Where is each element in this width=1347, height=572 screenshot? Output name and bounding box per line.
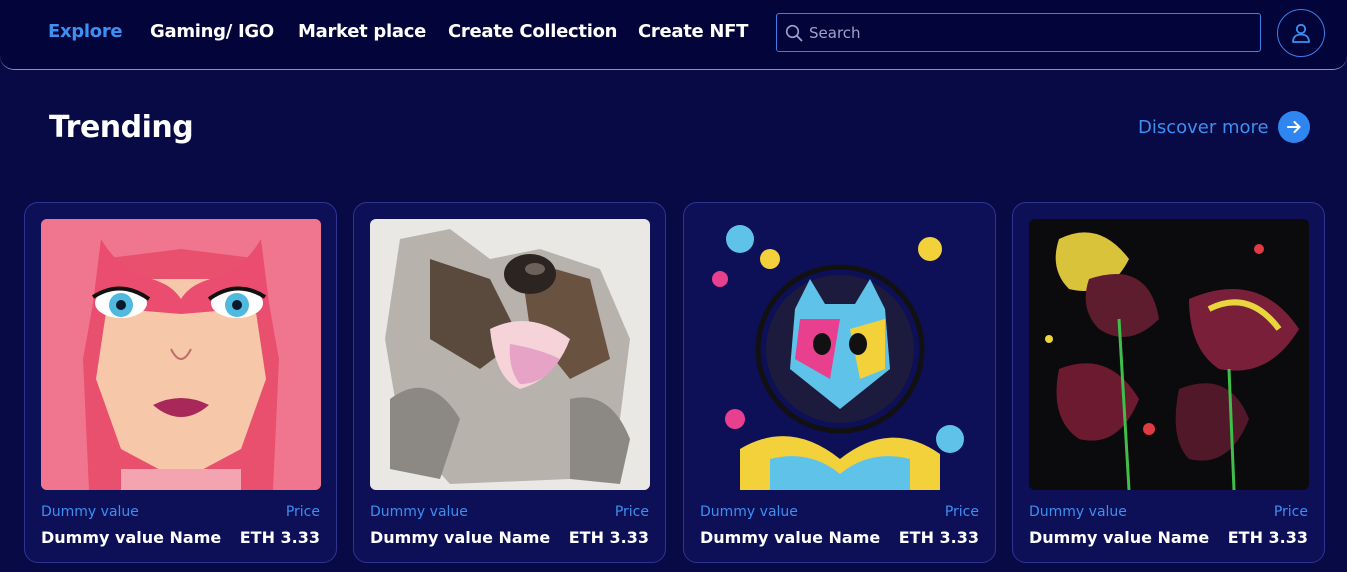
card-price: ETH 3.33 xyxy=(568,528,649,547)
pink-hair-girl-artwork xyxy=(41,219,321,490)
nav-link-create-nft[interactable]: Create NFT xyxy=(638,21,748,42)
card-name: Dummy value Name xyxy=(1029,528,1210,547)
card-price-label: Price xyxy=(944,504,979,520)
user-icon xyxy=(1292,23,1310,43)
nav-link-market-place[interactable]: Market place xyxy=(298,21,426,42)
nav-link-create-collection[interactable]: Create Collection xyxy=(448,21,617,42)
card-price: ETH 3.33 xyxy=(898,528,979,547)
search-box xyxy=(776,13,1261,52)
card-price-label: Price xyxy=(285,504,320,520)
search-input[interactable] xyxy=(809,14,1249,51)
discover-more-link[interactable]: Discover more xyxy=(1138,111,1310,143)
card-price: ETH 3.33 xyxy=(239,528,320,547)
search-icon xyxy=(785,24,803,42)
user-account-button[interactable] xyxy=(1277,9,1325,57)
card-subtitle: Dummy value xyxy=(700,504,798,520)
splatter-astronaut-cat-artwork xyxy=(700,219,980,490)
card-name: Dummy value Name xyxy=(370,528,551,547)
nft-card[interactable]: Dummy value Price Dummy value Name ETH 3… xyxy=(1012,202,1325,563)
card-subtitle: Dummy value xyxy=(1029,504,1127,520)
card-subtitle: Dummy value xyxy=(41,504,139,520)
top-navbar: Explore Gaming/ IGO Market place Create … xyxy=(0,0,1347,70)
nft-card[interactable]: Dummy value Price Dummy value Name ETH 3… xyxy=(353,202,666,563)
sketched-dog-artwork xyxy=(370,219,650,490)
nft-card[interactable]: Dummy value Price Dummy value Name ETH 3… xyxy=(683,202,996,563)
nav-link-gaming-igo[interactable]: Gaming/ IGO xyxy=(150,21,274,42)
card-subtitle: Dummy value xyxy=(370,504,468,520)
card-name: Dummy value Name xyxy=(41,528,222,547)
card-price-label: Price xyxy=(614,504,649,520)
arrow-right-icon xyxy=(1277,111,1310,143)
nav-link-explore[interactable]: Explore xyxy=(48,21,123,42)
discover-more-label: Discover more xyxy=(1138,116,1269,138)
nft-card[interactable]: Dummy value Price Dummy value Name ETH 3… xyxy=(24,202,337,563)
card-price-label: Price xyxy=(1273,504,1308,520)
card-price: ETH 3.33 xyxy=(1227,528,1308,547)
card-name: Dummy value Name xyxy=(700,528,881,547)
trending-title: Trending xyxy=(49,110,194,145)
neon-flowers-artwork xyxy=(1029,219,1309,490)
